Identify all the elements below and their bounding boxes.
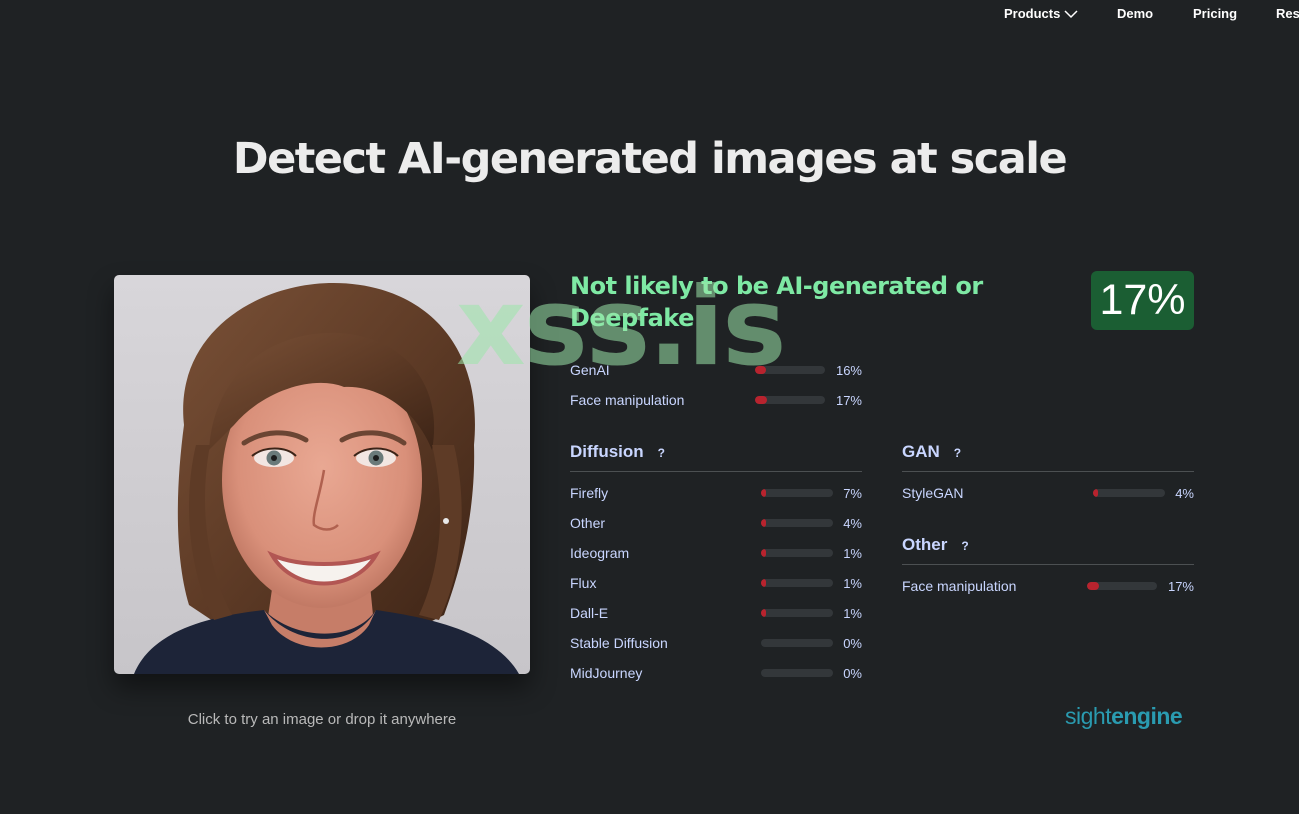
score-bar-track	[761, 639, 833, 647]
other-section-title: Other?	[902, 535, 969, 555]
logo-part-engine: engine	[1111, 703, 1183, 729]
score-bar-fill	[761, 519, 766, 527]
score-bar-track	[761, 489, 833, 497]
score-row: StyleGAN 4%	[902, 483, 1194, 503]
drop-hint-text[interactable]: Click to try an image or drop it anywher…	[114, 711, 530, 728]
score-bar-fill	[755, 366, 767, 374]
score-row-value: 17%	[1167, 579, 1194, 594]
score-row-label: GenAI	[570, 362, 610, 378]
image-dropzone[interactable]	[114, 275, 530, 674]
score-row-value: 7%	[843, 486, 862, 501]
score-row: GenAI 16%	[570, 360, 862, 380]
nav-resources[interactable]: Res	[1276, 6, 1299, 21]
verdict-text: Not likely to be AI-generated or Deepfak…	[570, 272, 983, 332]
score-row-label: Firefly	[570, 485, 609, 501]
score-row: Dall-E 1%	[570, 603, 862, 623]
score-row-value: 0%	[843, 636, 862, 651]
score-row-value: 0%	[843, 666, 862, 681]
score-row-label: Stable Diffusion	[570, 635, 668, 651]
logo-part-sight: sight	[1065, 703, 1112, 729]
score-row-value: 4%	[843, 516, 862, 531]
score-row: MidJourney 0%	[570, 663, 862, 683]
score-badge: 17%	[1091, 271, 1194, 330]
score-row-value: 1%	[843, 576, 862, 591]
score-bar-track	[761, 549, 833, 557]
score-bar-track	[761, 579, 833, 587]
score-row: Face manipulation 17%	[902, 576, 1194, 596]
diffusion-help-icon[interactable]: ?	[658, 446, 665, 460]
portrait-image	[114, 275, 530, 674]
score-bar-track	[761, 669, 833, 677]
score-row-label: Face manipulation	[570, 392, 685, 408]
score-bar-track	[755, 366, 825, 374]
score-bar-fill	[761, 549, 766, 557]
score-row-label: MidJourney	[570, 665, 643, 681]
chevron-down-icon	[1064, 7, 1078, 22]
score-row-label: StyleGAN	[902, 485, 964, 501]
other-title-label: Other	[902, 535, 948, 554]
gan-help-icon[interactable]: ?	[954, 446, 961, 460]
score-row: Other 4%	[570, 513, 862, 533]
score-bar-track	[1093, 489, 1165, 497]
gan-divider	[902, 471, 1194, 472]
score-bar-fill	[761, 609, 766, 617]
score-row: Stable Diffusion 0%	[570, 633, 862, 653]
diffusion-section-title: Diffusion?	[570, 442, 665, 462]
score-row-value: 16%	[835, 363, 862, 378]
score-bar-track	[755, 396, 825, 404]
sightengine-logo[interactable]: sightengine	[1065, 703, 1183, 730]
top-nav: Products Demo Pricing Res	[0, 0, 1299, 30]
score-row-label: Face manipulation	[902, 578, 1017, 594]
score-bar-fill	[761, 579, 766, 587]
nav-products-label: Products	[1004, 6, 1061, 21]
score-bar-track	[761, 519, 833, 527]
diffusion-title-label: Diffusion	[570, 442, 644, 461]
score-row-value: 1%	[843, 546, 862, 561]
score-row-label: Dall-E	[570, 605, 609, 621]
page-title: Detect AI-generated images at scale	[232, 134, 1068, 184]
nav-products[interactable]: Products	[1004, 6, 1078, 22]
score-row: Firefly 7%	[570, 483, 862, 503]
other-help-icon[interactable]: ?	[961, 539, 968, 553]
diffusion-divider	[570, 471, 862, 472]
score-bar-fill	[761, 489, 767, 497]
score-row-value: 17%	[835, 393, 862, 408]
score-bar-fill	[1087, 582, 1099, 590]
score-row-label: Ideogram	[570, 545, 630, 561]
score-row-value: 4%	[1175, 486, 1194, 501]
gan-title-label: GAN	[902, 442, 940, 461]
nav-demo[interactable]: Demo	[1117, 6, 1153, 21]
score-row: Face manipulation 17%	[570, 390, 862, 410]
other-divider	[902, 564, 1194, 565]
score-row: Flux 1%	[570, 573, 862, 593]
gan-section-title: GAN?	[902, 442, 961, 462]
score-bar-fill	[1093, 489, 1098, 497]
score-row-label: Flux	[570, 575, 597, 591]
score-bar-track	[761, 609, 833, 617]
score-row-value: 1%	[843, 606, 862, 621]
score-row-label: Other	[570, 515, 606, 531]
score-row: Ideogram 1%	[570, 543, 862, 563]
score-bar-fill	[755, 396, 767, 404]
score-bar-track	[1087, 582, 1157, 590]
nav-pricing[interactable]: Pricing	[1193, 6, 1237, 21]
